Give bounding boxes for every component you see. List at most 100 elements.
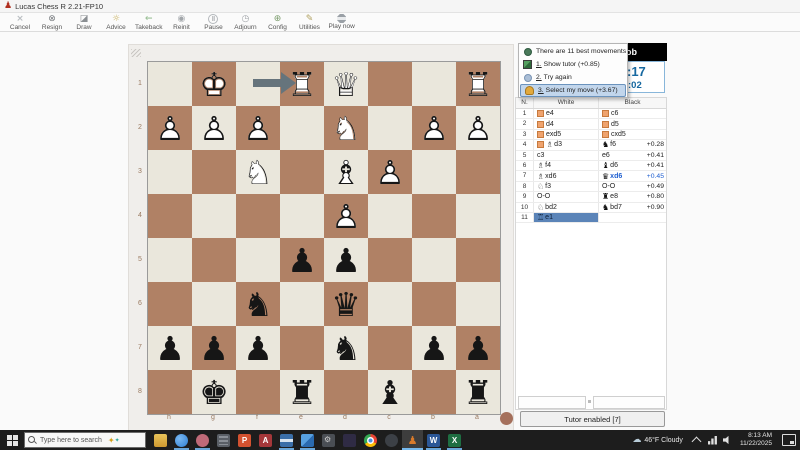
square-f5[interactable] <box>236 238 280 282</box>
menu-item-show-tutor[interactable]: 1.Show tutor (+0.85) <box>519 58 627 71</box>
square-g5[interactable] <box>192 238 236 282</box>
resign-button[interactable]: ⊗Resign <box>36 13 68 31</box>
square-e4[interactable] <box>280 194 324 238</box>
square-d8[interactable] <box>324 370 368 414</box>
white-piece-f3[interactable]: ♘ <box>236 150 280 194</box>
black-move-cell[interactable]: ♝d6+0.41 <box>599 161 666 170</box>
square-g7[interactable]: ♟ <box>192 326 236 370</box>
square-a7[interactable]: ♟ <box>456 326 500 370</box>
taskbar-utility[interactable] <box>381 430 402 450</box>
square-b4[interactable] <box>412 194 456 238</box>
square-g8[interactable]: ♚ <box>192 370 236 414</box>
square-h2[interactable]: ♟♙ <box>148 106 192 150</box>
black-move-cell[interactable]: ♞f6+0.28 <box>599 140 666 149</box>
square-e8[interactable]: ♜ <box>280 370 324 414</box>
white-move-cell[interactable]: e4 <box>534 109 599 118</box>
cancel-button[interactable]: ×Cancel <box>4 13 36 31</box>
tutor-enabled-button[interactable]: Tutor enabled [7] <box>520 411 665 427</box>
square-f8[interactable] <box>236 370 280 414</box>
draw-button[interactable]: ◪Draw <box>68 13 100 31</box>
square-a4[interactable] <box>456 194 500 238</box>
taskbar-printer[interactable] <box>276 430 297 450</box>
black-move-cell[interactable]: ♞bd7+0.90 <box>599 203 666 212</box>
white-piece-h2[interactable]: ♙ <box>148 106 192 150</box>
white-piece-a1[interactable]: ♖ <box>456 62 500 106</box>
square-f7[interactable]: ♟ <box>236 326 280 370</box>
move-row-4[interactable]: 4♗d3♞f6+0.28 <box>516 140 666 150</box>
square-d7[interactable]: ♞ <box>324 326 368 370</box>
square-e6[interactable] <box>280 282 324 326</box>
white-move-cell[interactable]: d4 <box>534 119 599 128</box>
black-move-cell[interactable]: d5 <box>599 119 666 128</box>
square-c6[interactable] <box>368 282 412 326</box>
black-move-cell[interactable] <box>599 213 666 222</box>
move-row-7[interactable]: 7♗xd6♛xd6+0.45 <box>516 171 666 181</box>
move-row-5[interactable]: 5c3e6+0.41 <box>516 151 666 161</box>
square-h6[interactable] <box>148 282 192 326</box>
square-g4[interactable] <box>192 194 236 238</box>
square-b7[interactable]: ♟ <box>412 326 456 370</box>
square-c4[interactable] <box>368 194 412 238</box>
move-row-2[interactable]: 2d4d5 <box>516 119 666 129</box>
reinit-button[interactable]: ◉Reinit <box>165 13 197 31</box>
utilities-button[interactable]: ✎Utilities <box>293 13 325 31</box>
white-move-cell[interactable]: ♗f4 <box>534 161 599 170</box>
taskbar-chrome[interactable] <box>360 430 381 450</box>
white-move-cell[interactable]: O-O <box>534 192 599 201</box>
black-piece-e8[interactable]: ♜ <box>280 370 324 414</box>
black-piece-f7[interactable]: ♟ <box>236 326 280 370</box>
square-a2[interactable]: ♟♙ <box>456 106 500 150</box>
black-piece-f6[interactable]: ♞ <box>236 282 280 326</box>
black-piece-e5[interactable]: ♟ <box>280 238 324 282</box>
taskbar-calculator[interactable] <box>213 430 234 450</box>
move-row-9[interactable]: 9O-O♜e8+0.80 <box>516 192 666 202</box>
menu-item-try-again[interactable]: 2.Try again <box>519 71 627 84</box>
white-piece-g1[interactable]: ♔ <box>192 62 236 106</box>
clock-tray[interactable]: 8:13 AM 11/22/2025 <box>740 432 772 448</box>
white-piece-f2[interactable]: ♙ <box>236 106 280 150</box>
square-d2[interactable]: ♞♘ <box>324 106 368 150</box>
square-a5[interactable] <box>456 238 500 282</box>
square-h8[interactable] <box>148 370 192 414</box>
square-d5[interactable]: ♟ <box>324 238 368 282</box>
move-row-8[interactable]: 8♘f3O-O+0.49 <box>516 182 666 192</box>
square-c8[interactable]: ♝ <box>368 370 412 414</box>
black-piece-g7[interactable]: ♟ <box>192 326 236 370</box>
black-piece-h7[interactable]: ♟ <box>148 326 192 370</box>
square-b3[interactable] <box>412 150 456 194</box>
menu-item-select-move[interactable]: 3.Select my move (+3.67) <box>520 84 626 97</box>
square-h4[interactable] <box>148 194 192 238</box>
adjourn-button[interactable]: ◷Adjourn <box>229 13 261 31</box>
square-h7[interactable]: ♟ <box>148 326 192 370</box>
taskbar-photos[interactable] <box>297 430 318 450</box>
white-piece-a2[interactable]: ♙ <box>456 106 500 150</box>
square-a8[interactable]: ♜ <box>456 370 500 414</box>
square-c1[interactable] <box>368 62 412 106</box>
chess-board[interactable]: ♚♔♜♖♛♕♜♖♟♙♟♙♟♙♞♘♟♙♟♙♞♘♝♗♟♙♟♙♟♟♞♛♟♟♟♞♟♟♚♜… <box>147 61 501 415</box>
black-piece-d6[interactable]: ♛ <box>324 282 368 326</box>
move-row-10[interactable]: 10♘bd2♞bd7+0.90 <box>516 203 666 213</box>
square-f2[interactable]: ♟♙ <box>236 106 280 150</box>
black-piece-g8[interactable]: ♚ <box>192 370 236 414</box>
advice-button[interactable]: ☼Advice <box>100 13 132 31</box>
black-piece-a7[interactable]: ♟ <box>456 326 500 370</box>
black-piece-d7[interactable]: ♞ <box>324 326 368 370</box>
white-move-cell[interactable]: ♘bd2 <box>534 203 599 212</box>
square-h5[interactable] <box>148 238 192 282</box>
black-move-cell[interactable]: e6+0.41 <box>599 151 666 160</box>
taskbar-access[interactable]: A <box>255 430 276 450</box>
square-d3[interactable]: ♝♗ <box>324 150 368 194</box>
taskbar-powerpoint[interactable]: P <box>234 430 255 450</box>
taskbar-settings[interactable] <box>318 430 339 450</box>
white-move-cell[interactable]: exd5 <box>534 130 599 139</box>
taskbar-search[interactable]: Type here to search ✦ ✦ <box>24 432 146 448</box>
move-row-1[interactable]: 1e4c6 <box>516 109 666 119</box>
square-d6[interactable]: ♛ <box>324 282 368 326</box>
config-button[interactable]: ⊕Config <box>261 13 293 31</box>
square-b2[interactable]: ♟♙ <box>412 106 456 150</box>
square-e5[interactable]: ♟ <box>280 238 324 282</box>
white-move-cell[interactable]: ♗xd6 <box>534 171 599 180</box>
menu-item-best-count[interactable]: There are 11 best movements <box>519 45 627 58</box>
move-row-3[interactable]: 3exd5cxd5 <box>516 130 666 140</box>
black-piece-b7[interactable]: ♟ <box>412 326 456 370</box>
